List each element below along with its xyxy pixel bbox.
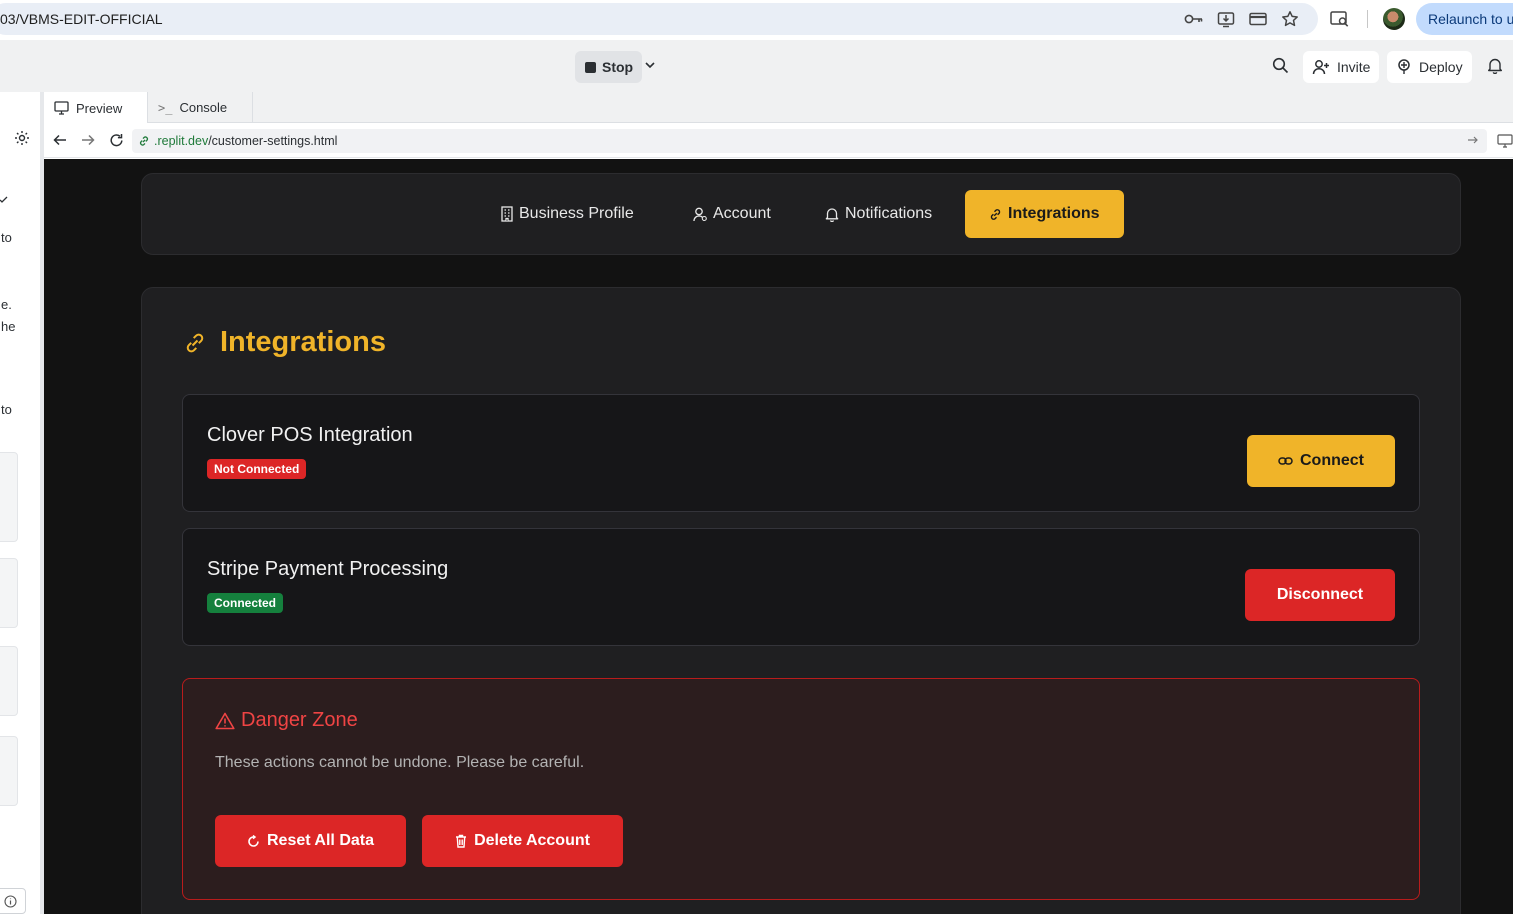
- stop-icon: [585, 61, 596, 73]
- relaunch-button[interactable]: Relaunch to up: [1416, 3, 1513, 35]
- stop-button[interactable]: Stop: [575, 51, 642, 83]
- delete-account-button[interactable]: Delete Account: [422, 815, 623, 867]
- tab-console[interactable]: >_ Console: [147, 92, 253, 123]
- integrations-panel: Integrations Clover POS Integration Not …: [141, 287, 1461, 914]
- tab-preview-label: Preview: [76, 100, 123, 116]
- refresh-icon: [248, 834, 259, 847]
- tab-label: Notifications: [845, 205, 933, 222]
- link-icon: [990, 208, 1001, 220]
- bell-icon[interactable]: [1487, 57, 1503, 74]
- connect-label: Connect: [1300, 452, 1364, 469]
- deploy-label: Deploy: [1419, 59, 1463, 75]
- connect-button[interactable]: Connect: [1247, 435, 1395, 487]
- tab-business-profile[interactable]: Business Profile: [489, 190, 646, 238]
- danger-zone: Danger Zone These actions cannot be undo…: [182, 678, 1420, 900]
- delete-label: Delete Account: [474, 832, 590, 849]
- status-badge: Not Connected: [207, 459, 307, 479]
- disconnect-button[interactable]: Disconnect: [1245, 569, 1395, 621]
- preview-pane: Preview >_ Console .replit.dev/customer-…: [44, 92, 1513, 914]
- password-key-icon[interactable]: [1183, 8, 1205, 30]
- pane-tab-bar: Preview >_ Console: [44, 92, 1513, 124]
- warning-icon: [215, 712, 235, 729]
- disconnect-label: Disconnect: [1276, 586, 1364, 603]
- danger-zone-title-text: Danger Zone: [241, 709, 358, 731]
- stop-label: Stop: [602, 59, 634, 75]
- preview-navbar: .replit.dev/customer-settings.html: [44, 124, 1513, 158]
- workspace-header: Stop Invite Deploy: [0, 40, 1513, 92]
- add-user-icon: [1312, 60, 1329, 75]
- url-domain: .replit.dev: [154, 134, 209, 148]
- forward-arrow-icon[interactable]: [81, 133, 95, 147]
- tab-notifications[interactable]: Notifications: [813, 190, 944, 238]
- tab-account[interactable]: Account: [681, 190, 783, 238]
- relaunch-label: Relaunch to up: [1428, 11, 1513, 27]
- status-badge: Connected: [207, 593, 284, 613]
- invite-label: Invite: [1337, 59, 1371, 75]
- app-viewport: Business Profile Account Notifications I…: [44, 159, 1513, 914]
- tab-integrations[interactable]: Integrations: [965, 190, 1124, 238]
- devices-icon[interactable]: [1497, 134, 1513, 148]
- left-panel-card[interactable]: [0, 452, 18, 542]
- tab-search-icon[interactable]: [1329, 8, 1351, 30]
- building-icon: [501, 206, 513, 222]
- bookmark-star-icon[interactable]: [1279, 8, 1301, 30]
- integration-card-clover: Clover POS Integration Not Connected Con…: [182, 394, 1420, 512]
- reset-label: Reset All Data: [267, 832, 374, 849]
- info-button[interactable]: [0, 888, 26, 914]
- invite-button[interactable]: Invite: [1303, 51, 1380, 83]
- toolbar-divider: [1367, 10, 1368, 28]
- search-icon[interactable]: [1272, 57, 1289, 74]
- browser-url-text: 03/VBMS-EDIT-OFFICIAL: [0, 11, 163, 27]
- reset-all-data-button[interactable]: Reset All Data: [215, 815, 406, 867]
- integration-name: Stripe Payment Processing: [207, 558, 449, 580]
- left-panel-card[interactable]: [0, 736, 18, 806]
- open-arrow-icon[interactable]: [1467, 134, 1479, 146]
- danger-zone-title: Danger Zone: [215, 709, 358, 732]
- install-app-icon[interactable]: [1215, 8, 1237, 30]
- monitor-icon: [54, 101, 69, 115]
- link-icon: [1278, 457, 1293, 465]
- url-path: /customer-settings.html: [208, 134, 338, 148]
- browser-toolbar: 03/VBMS-EDIT-OFFICIAL Relaunch to up: [0, 0, 1513, 40]
- left-panel-snippet: to: [1, 402, 12, 417]
- danger-zone-description: These actions cannot be undone. Please b…: [215, 754, 585, 771]
- trash-icon: [456, 834, 467, 848]
- deploy-button[interactable]: Deploy: [1387, 51, 1472, 83]
- link-icon: [186, 333, 204, 352]
- left-panel: to e. he to: [0, 92, 40, 914]
- profile-avatar[interactable]: [1383, 8, 1405, 30]
- left-panel-snippet: he: [1, 319, 16, 334]
- checkmark-icon: [0, 196, 8, 204]
- reload-icon[interactable]: [109, 133, 124, 148]
- chevron-down-icon[interactable]: [644, 59, 656, 71]
- terminal-icon: >_: [158, 100, 173, 115]
- back-arrow-icon[interactable]: [53, 133, 67, 147]
- tab-label: Account: [713, 205, 771, 222]
- settings-gear-icon[interactable]: [14, 130, 30, 146]
- payment-card-icon[interactable]: [1247, 8, 1269, 30]
- left-panel-card[interactable]: [0, 646, 18, 716]
- bell-icon: [825, 207, 839, 222]
- tab-preview[interactable]: Preview: [44, 92, 147, 124]
- integration-name: Clover POS Integration: [207, 424, 413, 446]
- tab-label: Business Profile: [519, 205, 634, 222]
- browser-address-bar[interactable]: 03/VBMS-EDIT-OFFICIAL: [0, 3, 1318, 35]
- info-icon: [4, 894, 17, 908]
- link-icon: [139, 136, 149, 146]
- section-title: Integrations: [184, 326, 386, 359]
- integration-card-stripe: Stripe Payment Processing Connected Disc…: [182, 528, 1420, 646]
- preview-url-field[interactable]: .replit.dev/customer-settings.html: [132, 129, 1487, 153]
- user-icon: [693, 207, 707, 221]
- tab-console-label: Console: [179, 100, 228, 115]
- left-panel-snippet: e.: [1, 297, 12, 312]
- deploy-icon: [1398, 59, 1410, 74]
- tab-label: Integrations: [1008, 205, 1100, 222]
- section-title-text: Integrations: [220, 326, 386, 358]
- settings-tabs: Business Profile Account Notifications I…: [141, 173, 1461, 255]
- left-panel-snippet: to: [1, 230, 12, 245]
- left-panel-card[interactable]: [0, 558, 18, 628]
